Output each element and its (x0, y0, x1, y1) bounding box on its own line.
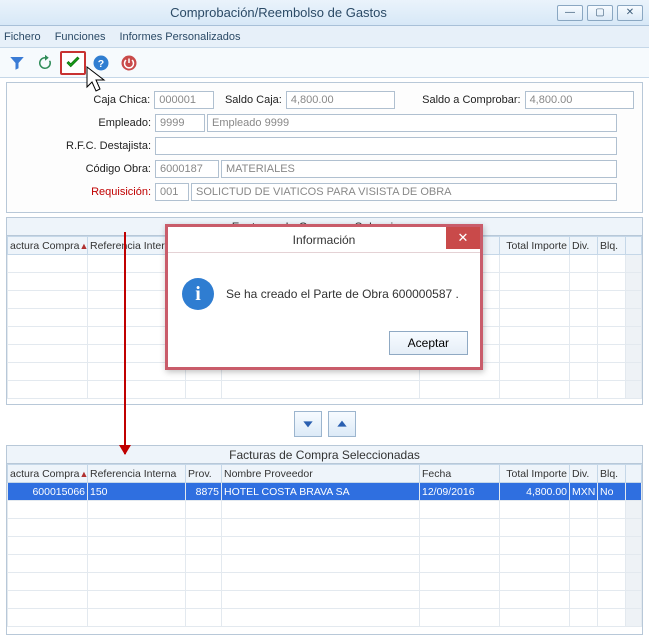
info-dialog: Información ✕ i Se ha creado el Parte de… (165, 224, 483, 370)
col-fecha[interactable]: Fecha (420, 465, 500, 483)
codigo-obra-label: Código Obra: (15, 163, 155, 175)
empleado-label: Empleado: (15, 117, 155, 129)
window-titlebar: Comprobación/Reembolso de Gastos — ▢ ✕ (0, 0, 649, 26)
col-div[interactable]: Div. (570, 465, 598, 483)
saldo-caja-label: Saldo Caja: (214, 94, 286, 106)
cell-blq: No (598, 483, 626, 501)
col-nombre-proveedor[interactable]: Nombre Proveedor (222, 465, 420, 483)
table-row[interactable] (8, 537, 642, 555)
help-icon: ? (92, 54, 110, 72)
requisicion-desc: SOLICTUD DE VIATICOS PARA VISISTA DE OBR… (191, 183, 617, 201)
funnel-icon (8, 54, 26, 72)
col-factura-compra[interactable]: actura Compra▲ (8, 465, 88, 483)
move-down-button[interactable] (294, 411, 322, 437)
col-blq[interactable]: Blq. (598, 465, 626, 483)
header-form: Caja Chica: Saldo Caja: 4,800.00 Saldo a… (6, 82, 643, 213)
rfc-label: R.F.C. Destajista: (15, 140, 155, 152)
svg-text:?: ? (98, 57, 104, 69)
arrow-up-icon (334, 416, 350, 432)
section-title-bottom: Facturas de Compra Seleccionadas (6, 445, 643, 463)
dialog-accept-button[interactable]: Aceptar (389, 331, 468, 355)
help-button[interactable]: ? (88, 51, 114, 75)
requisicion-input[interactable] (155, 183, 189, 201)
dialog-titlebar: Información ✕ (168, 227, 480, 253)
window-title: Comprobación/Reembolso de Gastos (0, 5, 557, 20)
toolbar: ? (0, 48, 649, 78)
table-header: actura Compra▲ Referencia Interna Prov. … (8, 465, 642, 483)
cell-fecha: 12/09/2016 (420, 483, 500, 501)
codigo-obra-desc: MATERIALES (221, 160, 617, 178)
scrollbar-track[interactable] (626, 465, 642, 483)
table-row[interactable] (8, 381, 642, 399)
table-row[interactable]: 600015066 150 8875 HOTEL COSTA BRAVA SA … (8, 483, 642, 501)
cell-total-importe: 4,800.00 (500, 483, 570, 501)
col-blq[interactable]: Blq. (598, 237, 626, 255)
table-row[interactable] (8, 501, 642, 519)
maximize-button[interactable]: ▢ (587, 5, 613, 21)
dialog-close-button[interactable]: ✕ (446, 227, 480, 249)
menu-bar: Fichero Funciones Informes Personalizado… (0, 26, 649, 48)
dialog-title: Información (293, 233, 356, 247)
col-prov[interactable]: Prov. (186, 465, 222, 483)
rfc-input[interactable] (155, 137, 617, 155)
refresh-icon (36, 54, 54, 72)
table-row[interactable] (8, 555, 642, 573)
move-up-button[interactable] (328, 411, 356, 437)
table-row[interactable] (8, 573, 642, 591)
cell-referencia-interna: 150 (88, 483, 186, 501)
check-icon (64, 54, 82, 72)
close-button[interactable]: ✕ (617, 5, 643, 21)
filter-button[interactable] (4, 51, 30, 75)
menu-informes[interactable]: Informes Personalizados (119, 31, 240, 43)
exit-button[interactable] (116, 51, 142, 75)
col-factura-compra[interactable]: actura Compra▲ (8, 237, 88, 255)
empleado-input[interactable] (155, 114, 205, 132)
table-row[interactable] (8, 609, 642, 627)
minimize-button[interactable]: — (557, 5, 583, 21)
info-icon: i (182, 278, 214, 310)
cell-nombre-proveedor: HOTEL COSTA BRAVA SA (222, 483, 420, 501)
table-row[interactable] (8, 519, 642, 537)
arrow-down-icon (300, 416, 316, 432)
cell-div: MXN (570, 483, 598, 501)
accept-button[interactable] (60, 51, 86, 75)
menu-fichero[interactable]: Fichero (4, 31, 41, 43)
col-total-importe[interactable]: Total Importe (500, 465, 570, 483)
col-div[interactable]: Div. (570, 237, 598, 255)
cell-prov: 8875 (186, 483, 222, 501)
power-icon (120, 54, 138, 72)
annotation-arrow (124, 232, 126, 454)
dialog-message: Se ha creado el Parte de Obra 600000587 … (226, 287, 459, 301)
saldo-comprobar-value: 4,800.00 (525, 91, 634, 109)
table-row[interactable] (8, 591, 642, 609)
close-icon: ✕ (458, 230, 469, 246)
caja-chica-label: Caja Chica: (15, 94, 154, 106)
requisicion-label: Requisición: (15, 186, 155, 198)
scrollbar-track[interactable] (626, 237, 642, 255)
saldo-comprobar-label: Saldo a Comprobar: (395, 94, 524, 106)
caja-chica-input[interactable] (154, 91, 214, 109)
cell-factura-compra: 600015066 (8, 483, 88, 501)
refresh-button[interactable] (32, 51, 58, 75)
codigo-obra-input[interactable] (155, 160, 219, 178)
col-total-importe[interactable]: Total Importe (500, 237, 570, 255)
table-selected[interactable]: actura Compra▲ Referencia Interna Prov. … (6, 463, 643, 635)
empleado-desc: Empleado 9999 (207, 114, 617, 132)
window-buttons: — ▢ ✕ (557, 5, 649, 21)
transfer-buttons (0, 405, 649, 443)
saldo-caja-value: 4,800.00 (286, 91, 395, 109)
col-referencia-interna[interactable]: Referencia Interna (88, 465, 186, 483)
menu-funciones[interactable]: Funciones (55, 31, 106, 43)
